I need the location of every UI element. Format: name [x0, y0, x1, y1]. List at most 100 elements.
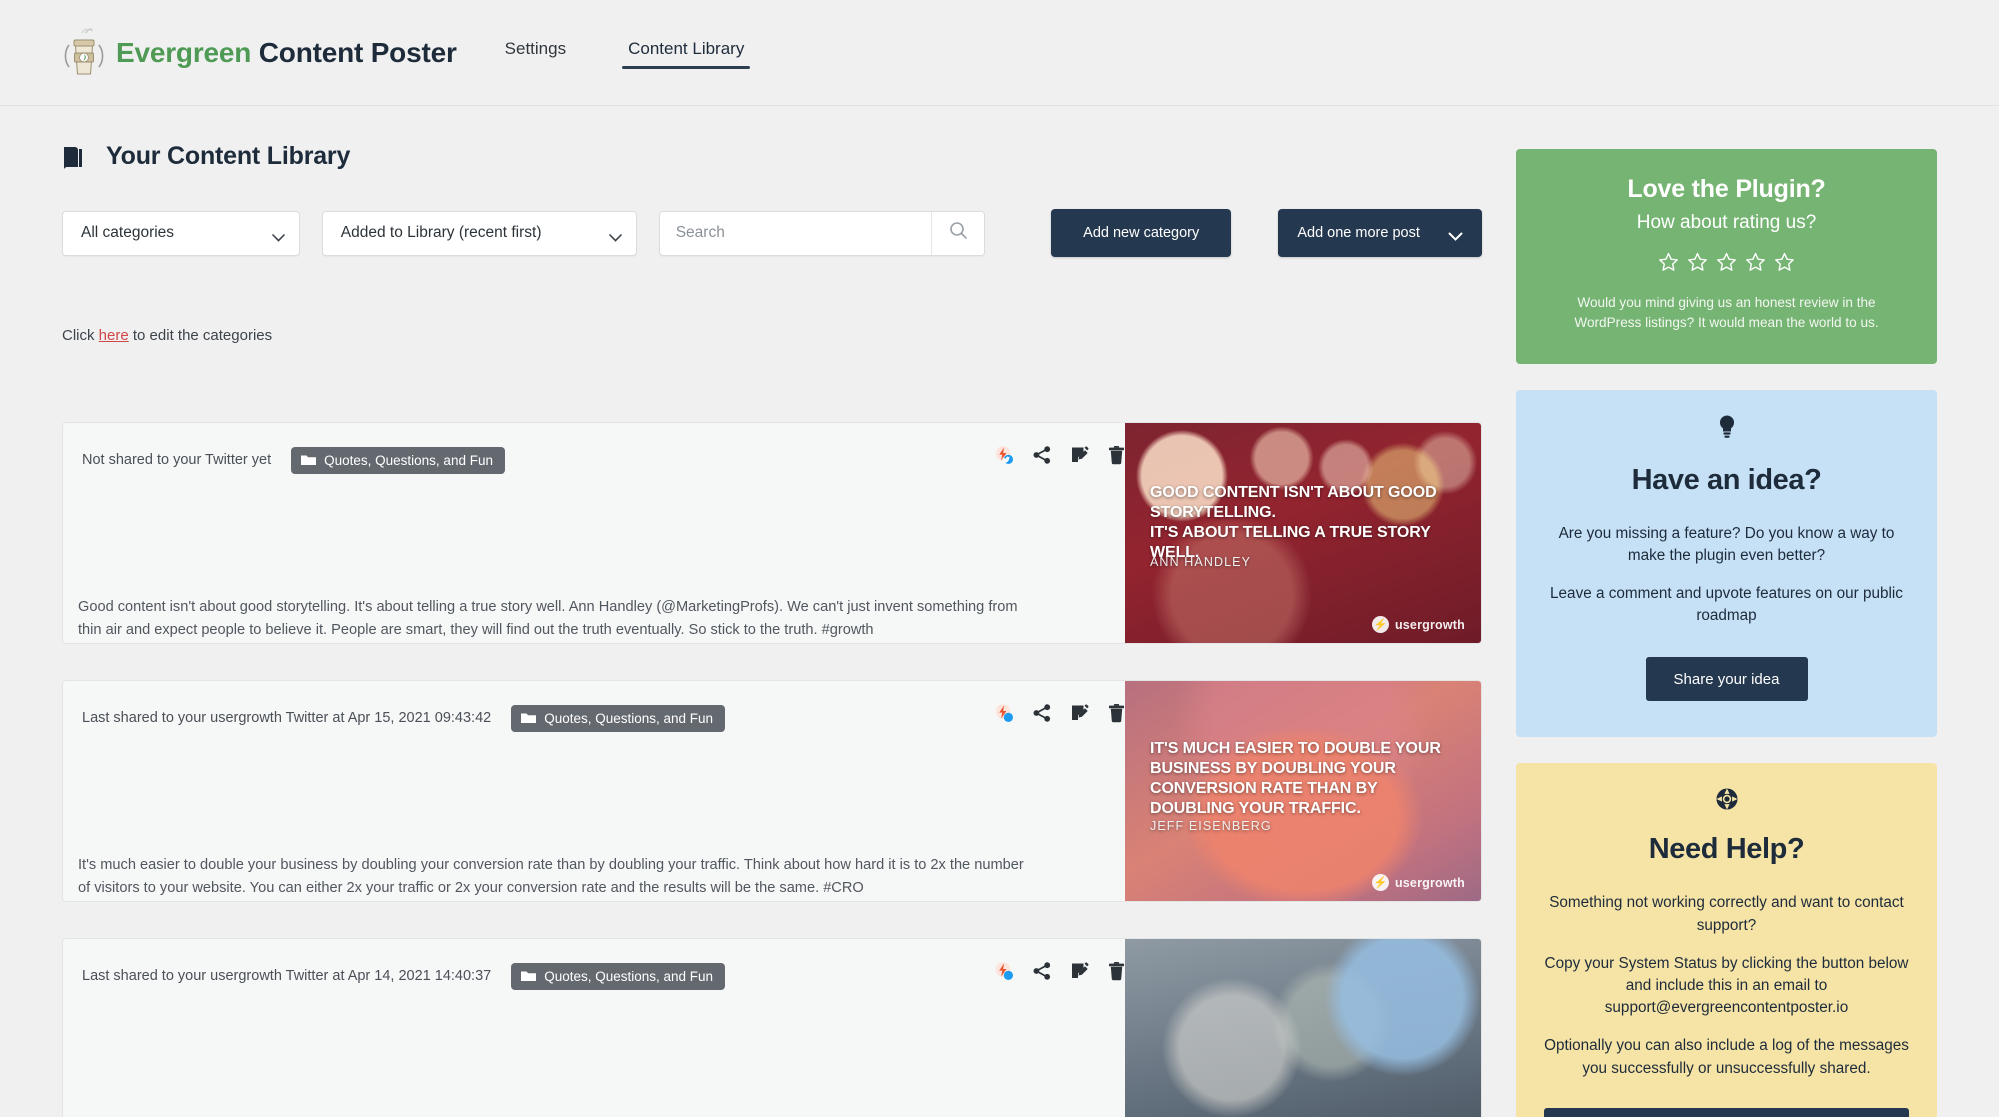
folder-icon: [301, 454, 317, 466]
edit-icon[interactable]: [1070, 703, 1090, 723]
rate-panel-note: Would you mind giving us an honest revie…: [1574, 295, 1879, 331]
edit-icon[interactable]: [1070, 961, 1090, 981]
folder-icon: [521, 970, 537, 982]
search-button[interactable]: [931, 211, 985, 255]
card-body: Last shared to your usergrowth Twitter a…: [63, 681, 1125, 901]
page-container: Your Content Library All categories Adde…: [0, 106, 1999, 1117]
brand-title-rest: Content Poster: [258, 36, 457, 68]
boost-tweet-icon[interactable]: [994, 703, 1014, 723]
card-actions: [994, 445, 1125, 465]
idea-panel-paragraph-2: Leave a comment and upvote features on o…: [1550, 585, 1903, 625]
brand-title-first: Evergreen: [116, 36, 252, 68]
category-filter-select[interactable]: All categories: [62, 210, 300, 256]
rate-panel-title: Love the Plugin?: [1627, 175, 1826, 203]
edit-categories-hint: Click here to edit the categories: [62, 327, 1482, 344]
book-icon: [62, 145, 84, 170]
star-outline-icon[interactable]: [1687, 252, 1708, 277]
card-text-wrap: [63, 991, 1125, 1117]
boost-tweet-icon[interactable]: [994, 961, 1014, 981]
category-filter-value: All categories: [81, 224, 175, 241]
edit-categories-link[interactable]: here: [99, 327, 129, 344]
idea-panel-title: Have an idea?: [1631, 463, 1822, 496]
card-share-status: Not shared to your Twitter yet: [82, 452, 272, 468]
watermark-logo-icon: ⚡: [1371, 874, 1389, 891]
add-new-category-button[interactable]: Add new category: [1051, 209, 1232, 257]
card-category-chip[interactable]: Quotes, Questions, and Fun: [511, 704, 726, 732]
share-icon[interactable]: [1032, 445, 1052, 465]
card-header: Last shared to your usergrowth Twitter a…: [63, 961, 1125, 991]
share-your-idea-button[interactable]: Share your idea: [1645, 657, 1808, 702]
lightbulb-icon: [1544, 414, 1909, 442]
boost-tweet-icon[interactable]: [994, 445, 1014, 465]
thumbnail-watermark: ⚡ usergrowth: [1371, 616, 1465, 633]
trash-icon[interactable]: [1108, 445, 1125, 465]
edit-categories-prefix: Click: [62, 327, 99, 344]
card-text-wrap: It's much easier to double your business…: [63, 733, 1125, 901]
trash-icon[interactable]: [1108, 703, 1125, 723]
rating-stars[interactable]: [1544, 252, 1909, 277]
card-category-chip[interactable]: Quotes, Questions, and Fun: [511, 962, 726, 990]
share-icon[interactable]: [1032, 961, 1052, 981]
content-card: Last shared to your usergrowth Twitter a…: [62, 680, 1482, 902]
star-outline-icon[interactable]: [1774, 252, 1795, 277]
page-title-row: Your Content Library: [62, 142, 1482, 171]
card-thumbnail: IT'S MUCH EASIER TO DOUBLE YOUR BUSINESS…: [1125, 681, 1481, 901]
card-text-wrap: Good content isn't about good storytelli…: [63, 475, 1125, 643]
card-thumbnail: GOOD CONTENT ISN'T ABOUT GOOD STORYTELLI…: [1125, 423, 1481, 643]
card-category-label: Quotes, Questions, and Fun: [324, 452, 493, 468]
watermark-label: usergrowth: [1394, 617, 1465, 632]
help-panel-paragraph-1: Something not working correctly and want…: [1549, 894, 1904, 934]
add-post-label: Add one more post: [1297, 225, 1420, 241]
card-post-text: It's much easier to double your business…: [78, 856, 1024, 897]
have-an-idea-panel: Have an idea? Are you missing a feature?…: [1516, 389, 1937, 738]
thumbnail-watermark: ⚡ usergrowth: [1371, 874, 1465, 891]
thumbnail-author: ANN HANDLEY: [1150, 555, 1252, 569]
card-header: Last shared to your usergrowth Twitter a…: [63, 703, 1125, 733]
edit-categories-suffix: to edit the categories: [128, 327, 273, 344]
idea-panel-paragraph-1: Are you missing a feature? Do you know a…: [1558, 524, 1895, 564]
content-card: Not shared to your Twitter yet Quotes, Q…: [62, 422, 1482, 644]
search-icon: [949, 221, 968, 245]
nav-item-settings[interactable]: Settings: [505, 39, 566, 66]
rate-plugin-panel: Love the Plugin? How about rating us? Wo…: [1516, 149, 1937, 364]
thumbnail-author: JEFF EISENBERG: [1150, 819, 1272, 833]
card-thumbnail: [1125, 939, 1481, 1117]
content-card: Last shared to your usergrowth Twitter a…: [62, 938, 1482, 1117]
trash-icon[interactable]: [1108, 961, 1125, 981]
watermark-logo-icon: ⚡: [1371, 616, 1389, 633]
sort-filter-select[interactable]: Added to Library (recent first): [321, 210, 637, 256]
share-icon[interactable]: [1032, 703, 1052, 723]
sort-filter-value: Added to Library (recent first): [340, 224, 542, 241]
filters-toolbar: All categories Added to Library (recent …: [62, 209, 1482, 257]
main-nav: Settings Content Library: [505, 39, 751, 69]
top-header-bar: Evergreen Content Poster Settings Conten…: [0, 0, 1999, 106]
star-outline-icon[interactable]: [1745, 252, 1766, 277]
card-category-label: Quotes, Questions, and Fun: [544, 968, 714, 984]
star-outline-icon[interactable]: [1716, 252, 1737, 277]
get-system-status-button[interactable]: GET SYSTEM STATUS: [1544, 1107, 1909, 1117]
card-category-chip[interactable]: Quotes, Questions, and Fun: [291, 446, 505, 474]
main-column: Your Content Library All categories Adde…: [62, 106, 1482, 1117]
card-share-status: Last shared to your usergrowth Twitter a…: [82, 968, 492, 984]
card-actions: [994, 961, 1125, 981]
search-box: [658, 210, 986, 256]
card-category-label: Quotes, Questions, and Fun: [544, 710, 714, 726]
card-share-status: Last shared to your usergrowth Twitter a…: [82, 710, 492, 726]
rate-panel-subtitle: How about rating us?: [1636, 212, 1817, 233]
card-header: Not shared to your Twitter yet Quotes, Q…: [63, 445, 1125, 475]
card-body: Last shared to your usergrowth Twitter a…: [63, 939, 1125, 1117]
chevron-down-icon: [1448, 229, 1463, 241]
need-help-panel: Need Help? Something not working correct…: [1516, 763, 1937, 1117]
add-one-more-post-button[interactable]: Add one more post: [1278, 209, 1482, 257]
search-input[interactable]: [659, 211, 932, 255]
edit-icon[interactable]: [1070, 445, 1090, 465]
watermark-label: usergrowth: [1394, 875, 1465, 890]
card-actions: [994, 703, 1125, 723]
help-panel-paragraph-2: Copy your System Status by clicking the …: [1544, 954, 1909, 1017]
chevron-down-icon: [608, 229, 622, 242]
thumbnail-quote: IT'S MUCH EASIER TO DOUBLE YOUR BUSINESS…: [1150, 740, 1441, 818]
card-body: Not shared to your Twitter yet Quotes, Q…: [63, 423, 1125, 643]
chevron-down-icon: [271, 229, 285, 242]
star-outline-icon[interactable]: [1658, 252, 1679, 277]
nav-item-content-library[interactable]: Content Library: [622, 39, 751, 69]
